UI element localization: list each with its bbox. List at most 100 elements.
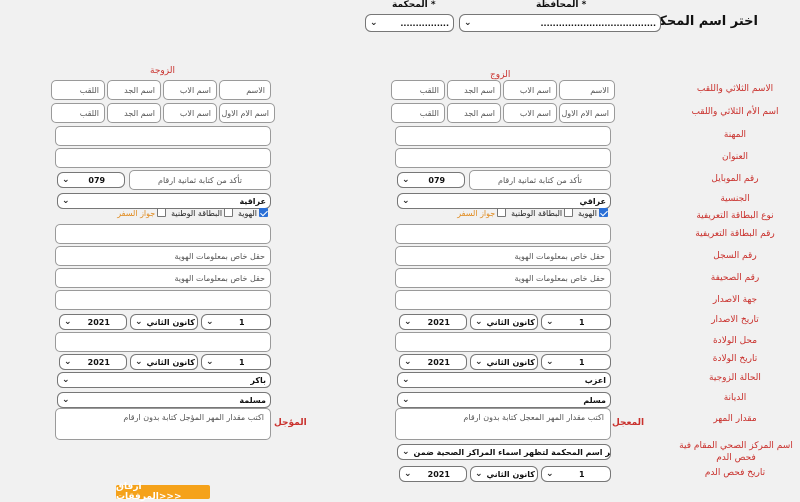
chevron-down-icon: ⌄ [64, 317, 72, 327]
bride-mobile-input[interactable]: تأكد من كتابة ثمانية ارقام [129, 170, 271, 190]
label-issuing-authority: جهة الاصدار [712, 295, 758, 305]
label-birth-date: تاريخ الولادة [712, 354, 758, 364]
bride-issuing-authority-input[interactable] [55, 290, 271, 310]
chevron-down-icon: ⌄ [62, 395, 70, 405]
groom-mother-surname-input[interactable]: اللقب [391, 103, 445, 123]
bride-id-number-input[interactable] [55, 224, 271, 244]
groom-national-card-checkbox[interactable] [564, 208, 574, 217]
chevron-down-icon: ⌄ [206, 317, 214, 327]
groom-blood-month-select[interactable]: ⌄ كانون الثاني [470, 466, 538, 482]
groom-issuing-authority-input[interactable] [395, 290, 611, 310]
chevron-down-icon: ⌄ [370, 18, 378, 28]
bride-first-name-input[interactable]: الاسم [219, 80, 271, 100]
groom-nationality-select[interactable]: ⌄ عراقي [397, 193, 611, 209]
bride-mother-first-name-input[interactable]: اسم الام الاول [219, 103, 275, 123]
chevron-down-icon: ⌄ [475, 469, 483, 479]
groom-passport-label: جواز السفر [457, 209, 496, 218]
groom-page-number-input[interactable]: حقل خاص بمعلومات الهوية [395, 268, 611, 288]
groom-mother-first-name-input[interactable]: اسم الام الاول [559, 103, 615, 123]
bride-mobile-prefix-select[interactable]: ⌄ 079 [57, 172, 125, 188]
groom-id-checkbox[interactable] [599, 208, 608, 217]
bride-record-number-input[interactable]: حقل خاص بمعلومات الهوية [55, 246, 271, 266]
court-label: * المحكمة [392, 0, 436, 10]
groom-issue-year-select[interactable]: ⌄ 2021 [399, 314, 467, 330]
chevron-down-icon: ⌄ [402, 447, 410, 457]
chevron-down-icon: ⌄ [64, 357, 72, 367]
bride-issue-day-select[interactable]: ⌄ 1 [201, 314, 271, 330]
bride-religion-select[interactable]: ⌄ مسلمة [57, 392, 271, 408]
attach-files-button[interactable]: ارفاق المرفقات>>> [116, 482, 210, 502]
bride-marital-status-select[interactable]: ⌄ باكر [57, 372, 271, 388]
groom-blood-year-select[interactable]: ⌄ 2021 [399, 466, 467, 482]
groom-passport-checkbox[interactable] [497, 208, 507, 217]
groom-birth-place-input[interactable] [395, 332, 611, 352]
groom-mobile-input[interactable]: تأكد من كتابة ثمانية ارقام [469, 170, 611, 190]
bride-surname-input[interactable]: اللقب [51, 80, 105, 100]
chevron-down-icon: ⌄ [62, 196, 70, 206]
bride-profession-input[interactable] [55, 126, 271, 146]
groom-id-number-input[interactable] [395, 224, 611, 244]
groom-mother-father-input[interactable]: اسم الاب [503, 103, 557, 123]
label-religion: الديانة [723, 393, 747, 403]
chevron-down-icon: ⌄ [135, 357, 143, 367]
chevron-down-icon: ⌄ [404, 317, 412, 327]
label-address: العنوان [721, 152, 749, 162]
bride-mother-surname-input[interactable]: اللقب [51, 103, 105, 123]
bride-page-number-input[interactable]: حقل خاص بمعلومات الهوية [55, 268, 271, 288]
bride-birth-month-select[interactable]: ⌄ كانون الثاني [130, 354, 198, 370]
groom-grandfather-name-input[interactable]: اسم الجد [447, 80, 501, 100]
groom-profession-input[interactable] [395, 126, 611, 146]
bride-address-input[interactable] [55, 148, 271, 168]
groom-marital-status-select[interactable]: ⌄ اعزب [397, 372, 611, 388]
groom-health-center-select[interactable]: ⌄اختر اسم المحكمة لتظهر اسماء المراكز ال… [397, 444, 611, 460]
bride-issue-month-select[interactable]: ⌄ كانون الثاني [130, 314, 198, 330]
governorate-select[interactable]: ⌄ ...................................... [459, 14, 661, 32]
groom-surname-input[interactable]: اللقب [391, 80, 445, 100]
chevron-down-icon: ⌄ [402, 375, 410, 385]
chevron-down-icon: ⌄ [402, 395, 410, 405]
bride-birth-place-input[interactable] [55, 332, 271, 352]
label-marital-status: الحالة الزوجية [709, 373, 761, 383]
bride-father-name-input[interactable]: اسم الاب [163, 80, 217, 100]
groom-birth-day-select[interactable]: ⌄ 1 [541, 354, 611, 370]
bride-birth-day-select[interactable]: ⌄ 1 [201, 354, 271, 370]
groom-column-header: الزوج [490, 70, 511, 80]
bride-id-label: الهوية [238, 209, 257, 218]
groom-issue-month-select[interactable]: ⌄ كانون الثاني [470, 314, 538, 330]
groom-religion-select[interactable]: ⌄ مسلم [397, 392, 611, 408]
groom-id-label: الهوية [578, 209, 597, 218]
bride-passport-checkbox[interactable] [157, 208, 167, 217]
label-id-number: رقم البطاقة التعريفية [695, 229, 775, 239]
bride-birth-year-select[interactable]: ⌄ 2021 [59, 354, 127, 370]
groom-mobile-prefix-select[interactable]: ⌄ 079 [397, 172, 465, 188]
bride-nationality-select[interactable]: ⌄ عراقية [57, 193, 271, 209]
chevron-down-icon: ⌄ [206, 357, 214, 367]
groom-first-name-input[interactable]: الاسم [559, 80, 615, 100]
bride-mother-father-input[interactable]: اسم الاب [163, 103, 217, 123]
label-page-number: رقم الصحيفة [710, 273, 760, 283]
court-select[interactable]: ⌄ ................ [365, 14, 454, 32]
groom-dowry-textarea[interactable]: اكتب مقدار المهر المعجل كتابة بدون ارقام [395, 408, 611, 440]
chevron-down-icon: ⌄ [62, 175, 70, 185]
bride-dowry-textarea[interactable]: اكتب مقدار المهر المؤجل كتابة بدون ارقام [55, 408, 271, 440]
bride-issue-year-select[interactable]: ⌄ 2021 [59, 314, 127, 330]
groom-record-number-input[interactable]: حقل خاص بمعلومات الهوية [395, 246, 611, 266]
bride-grandfather-name-input[interactable]: اسم الجد [107, 80, 161, 100]
label-mobile: رقم الموبايل [711, 174, 759, 184]
bride-national-card-checkbox[interactable] [224, 208, 234, 217]
groom-issue-day-select[interactable]: ⌄ 1 [541, 314, 611, 330]
chevron-down-icon: ⌄ [546, 469, 554, 479]
chevron-down-icon: ⌄ [402, 196, 410, 206]
chevron-down-icon: ⌄ [402, 175, 410, 185]
label-nationality: الجنسية [720, 194, 750, 204]
bride-column-header: الزوجة [150, 66, 175, 76]
groom-birth-month-select[interactable]: ⌄ كانون الثاني [470, 354, 538, 370]
bride-id-checkbox[interactable] [259, 208, 268, 217]
groom-birth-year-select[interactable]: ⌄ 2021 [399, 354, 467, 370]
groom-mother-grandfather-input[interactable]: اسم الجد [447, 103, 501, 123]
bride-mother-grandfather-input[interactable]: اسم الجد [107, 103, 161, 123]
groom-address-input[interactable] [395, 148, 611, 168]
groom-dowry-label: المعجل [612, 418, 645, 428]
groom-blood-day-select[interactable]: ⌄ 1 [541, 466, 611, 482]
groom-father-name-input[interactable]: اسم الاب [503, 80, 557, 100]
